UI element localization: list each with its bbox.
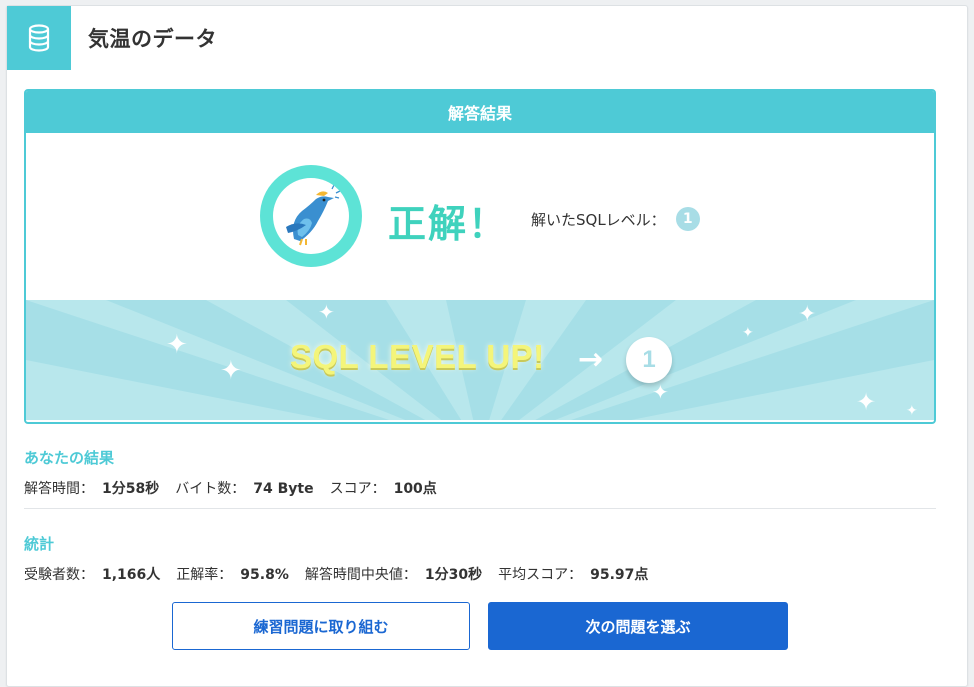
median-time-label: 解答時間中央値： [304, 567, 417, 583]
database-icon [28, 24, 50, 52]
sparkle-icon: ✦ [166, 330, 188, 360]
sparkle-icon: ✦ [856, 388, 877, 416]
page-title: 気温のデータ [88, 27, 217, 51]
statistics-title: 統計 [24, 535, 55, 553]
answer-time-label: 解答時間： [24, 481, 94, 497]
your-result-stats: 解答時間： 1分58秒 バイト数： 74 Byte スコア： 100点 [24, 478, 453, 498]
solved-sql-level: 解いたSQLレベル： 1 [531, 207, 700, 231]
score-label: スコア： [329, 481, 386, 497]
result-main: 正解！ 解いたSQLレベル： 1 [26, 133, 934, 300]
examinees-label: 受験者数： [24, 567, 94, 583]
answer-time-value: 1分58秒 [102, 481, 160, 497]
sparkle-icon: ✦ [906, 403, 918, 419]
sparkle-icon: ✦ [220, 356, 242, 386]
accuracy-label: 正解率： [176, 567, 233, 583]
database-icon-box [7, 6, 71, 70]
sparkle-icon: ✦ [798, 302, 817, 327]
byte-count-value: 74 Byte [253, 481, 314, 497]
section-divider [24, 508, 936, 509]
average-score-label: 平均スコア： [498, 567, 583, 583]
card-header: 気温のデータ [7, 6, 967, 70]
statistics-row: 受験者数： 1,166人 正解率： 95.8% 解答時間中央値： 1分30秒 平… [24, 564, 664, 584]
new-level-badge: 1 [626, 337, 672, 383]
level-up-text: SQL LEVEL UP! [290, 338, 545, 375]
sparkle-icon: ✦ [318, 300, 335, 324]
next-problem-button[interactable]: 次の問題を選ぶ [488, 602, 788, 650]
correct-verdict: 正解！ [388, 202, 509, 246]
score-value: 100点 [393, 481, 437, 497]
bird-mascot-icon [273, 178, 349, 254]
answer-result-panel: 解答結果 正解！ 解いたSQLレベル： 1 ✦ ✦ ✦ ✦ ✦ ✦ ✦ ✦ SQ… [24, 89, 936, 424]
byte-count-label: バイト数： [175, 481, 246, 497]
average-score-value: 95.97点 [590, 567, 649, 583]
sparkle-icon: ✦ [742, 325, 754, 341]
level-up-banner: ✦ ✦ ✦ ✦ ✦ ✦ ✦ ✦ SQL LEVEL UP! → 1 [26, 300, 934, 420]
answer-result-heading: 解答結果 [26, 91, 934, 133]
bird-avatar [260, 165, 362, 267]
accuracy-value: 95.8% [240, 567, 289, 583]
arrow-right-icon: → [578, 342, 604, 377]
examinees-value: 1,166人 [102, 567, 161, 583]
median-time-value: 1分30秒 [424, 567, 483, 583]
sparkle-icon: ✦ [652, 380, 669, 404]
sql-level-badge: 1 [675, 207, 700, 231]
practice-problems-button[interactable]: 練習問題に取り組む [172, 602, 470, 650]
solved-sql-level-label: 解いたSQLレベル： [531, 210, 666, 229]
your-result-title: あなたの結果 [24, 449, 115, 467]
